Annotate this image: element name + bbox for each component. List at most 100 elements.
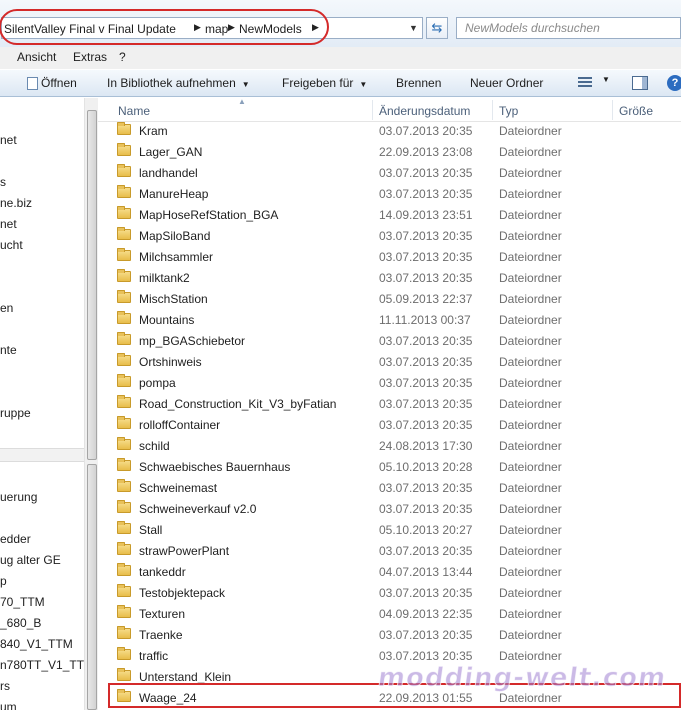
nav-item[interactable]: 70_TTM xyxy=(0,595,45,609)
breadcrumb-arrow-icon[interactable]: ▶ xyxy=(228,22,235,33)
nav-item[interactable]: net xyxy=(0,217,17,231)
file-list: ▲ Name Änderungsdatum Typ Größe Kram 03.0… xyxy=(98,97,681,710)
file-date: 03.07.2013 20:35 xyxy=(379,271,473,285)
column-separator[interactable] xyxy=(492,100,493,120)
file-date: 05.10.2013 20:27 xyxy=(379,523,473,537)
breadcrumb-arrow-icon[interactable]: ▶ xyxy=(312,22,319,33)
file-row[interactable]: Mountains 11.11.2013 00:37 Dateiordner xyxy=(110,309,681,330)
view-options-icon[interactable] xyxy=(578,77,592,89)
breadcrumb-arrow-icon[interactable]: ▶ xyxy=(194,22,201,33)
file-type: Dateiordner xyxy=(499,124,562,138)
help-icon[interactable]: ? xyxy=(667,75,681,91)
file-row[interactable]: Kram 03.07.2013 20:35 Dateiordner xyxy=(110,120,681,141)
file-row[interactable]: Testobjektepack 03.07.2013 20:35 Dateiordn… xyxy=(110,582,681,603)
file-name: Waage_24 xyxy=(139,691,197,705)
nav-item[interactable]: p xyxy=(0,574,7,588)
share-button[interactable]: Freigeben für ▼ xyxy=(282,76,367,90)
file-row[interactable]: MapSiloBand 03.07.2013 20:35 Dateiordner xyxy=(110,225,681,246)
nav-scrollbar-thumb[interactable] xyxy=(87,110,97,460)
file-row[interactable]: Milchsammler 03.07.2013 20:35 Dateiordner xyxy=(110,246,681,267)
nav-item[interactable]: ug alter GE xyxy=(0,553,61,567)
nav-item[interactable]: rs xyxy=(0,679,10,693)
refresh-button[interactable]: ⇆ xyxy=(426,17,448,39)
column-separator[interactable] xyxy=(612,100,613,120)
file-name: landhandel xyxy=(139,166,198,180)
file-row[interactable]: rolloffContainer 03.07.2013 20:35 Dateiord… xyxy=(110,414,681,435)
column-size[interactable]: Größe xyxy=(619,104,653,118)
nav-item[interactable]: n780TT_V1_TTM xyxy=(0,658,94,672)
nav-item[interactable]: net xyxy=(0,133,17,147)
file-row[interactable]: schild 24.08.2013 17:30 Dateiordner xyxy=(110,435,681,456)
file-row[interactable]: Texturen 04.09.2013 22:35 Dateiordner xyxy=(110,603,681,624)
nav-item[interactable]: s xyxy=(0,175,6,189)
nav-item[interactable]: uerung xyxy=(0,490,37,504)
file-row[interactable]: Schweineverkauf v2.0 03.07.2013 20:35 Date… xyxy=(110,498,681,519)
breadcrumb-newmodels[interactable]: NewModels xyxy=(239,21,302,37)
file-date: 14.09.2013 23:51 xyxy=(379,208,473,222)
folder-icon xyxy=(117,122,131,135)
burn-button[interactable]: Brennen xyxy=(396,76,441,90)
file-row[interactable]: milktank2 03.07.2013 20:35 Dateiordner xyxy=(110,267,681,288)
open-button[interactable]: Öffnen xyxy=(41,76,77,90)
file-date: 24.08.2013 17:30 xyxy=(379,439,473,453)
folder-icon xyxy=(117,332,131,345)
file-type: Dateiordner xyxy=(499,481,562,495)
file-row[interactable]: mp_BGASchiebetor 03.07.2013 20:35 Dateiord… xyxy=(110,330,681,351)
breadcrumb-silentvalley[interactable]: SilentValley Final v Final Update xyxy=(4,21,176,37)
menu-extras[interactable]: Extras xyxy=(73,50,107,64)
file-type: Dateiordner xyxy=(499,544,562,558)
nav-item[interactable]: nte xyxy=(0,343,17,357)
add-to-library-button[interactable]: In Bibliothek aufnehmen ▼ xyxy=(107,76,250,90)
file-row[interactable]: Schweinemast 03.07.2013 20:35 Dateiordner xyxy=(110,477,681,498)
nav-item[interactable]: ne.biz xyxy=(0,196,32,210)
column-separator[interactable] xyxy=(372,100,373,120)
nav-scrollbar[interactable] xyxy=(84,98,98,710)
file-row[interactable]: strawPowerPlant 03.07.2013 20:35 Dateiordn… xyxy=(110,540,681,561)
open-icon xyxy=(27,77,38,90)
file-row[interactable]: Schwaebisches Bauernhaus 05.10.2013 20:28… xyxy=(110,456,681,477)
file-row[interactable]: tankeddr 04.07.2013 13:44 Dateiordner xyxy=(110,561,681,582)
file-name: Stall xyxy=(139,523,163,537)
menu-ansicht[interactable]: Ansicht xyxy=(17,50,56,64)
file-date: 03.07.2013 20:35 xyxy=(379,124,473,138)
file-row[interactable]: Road_Construction_Kit_V3_byFatian 03.07.2… xyxy=(110,393,681,414)
file-date: 03.07.2013 20:35 xyxy=(379,376,473,390)
folder-icon xyxy=(117,290,131,303)
file-row[interactable]: MischStation 05.09.2013 22:37 Dateiordner xyxy=(110,288,681,309)
chevron-down-icon[interactable]: ▼ xyxy=(409,23,418,33)
file-row[interactable]: Lager_GAN 22.09.2013 23:08 Dateiordner xyxy=(110,141,681,162)
folder-icon xyxy=(117,500,131,513)
new-folder-button[interactable]: Neuer Ordner xyxy=(470,76,543,90)
column-name[interactable]: Name xyxy=(118,104,150,118)
address-bar[interactable]: SilentValley Final v Final Update ▶ map … xyxy=(1,17,423,39)
menu-help[interactable]: ? xyxy=(119,50,126,64)
file-date: 04.07.2013 13:44 xyxy=(379,565,473,579)
nav-item[interactable]: um xyxy=(0,700,17,710)
file-row[interactable]: pompa 03.07.2013 20:35 Dateiordner xyxy=(110,372,681,393)
file-name: strawPowerPlant xyxy=(139,544,230,558)
nav-item[interactable]: edder xyxy=(0,532,31,546)
nav-item[interactable]: _680_B xyxy=(0,616,41,630)
file-row[interactable]: landhandel 03.07.2013 20:35 Dateiordner xyxy=(110,162,681,183)
folder-icon xyxy=(117,458,131,471)
nav-scrollbar-thumb-lower[interactable] xyxy=(87,464,97,710)
folder-icon xyxy=(117,164,131,177)
column-date[interactable]: Änderungsdatum xyxy=(379,104,470,118)
file-row[interactable]: ManureHeap 03.07.2013 20:35 Dateiordner xyxy=(110,183,681,204)
file-row[interactable]: Stall 05.10.2013 20:27 Dateiordner xyxy=(110,519,681,540)
nav-item[interactable]: en xyxy=(0,301,13,315)
nav-item[interactable]: ruppe xyxy=(0,406,31,420)
file-row[interactable]: Ortshinweis 03.07.2013 20:35 Dateiordner xyxy=(110,351,681,372)
breadcrumb-map[interactable]: map xyxy=(205,21,228,37)
chevron-down-icon[interactable]: ▼ xyxy=(602,75,610,84)
file-row[interactable]: Traenke 03.07.2013 20:35 Dateiordner xyxy=(110,624,681,645)
file-name: Ortshinweis xyxy=(139,355,202,369)
preview-pane-icon[interactable] xyxy=(632,76,648,90)
nav-item[interactable]: 840_V1_TTM xyxy=(0,637,73,651)
file-row[interactable]: MapHoseRefStation_BGA 14.09.2013 23:51 Dat… xyxy=(110,204,681,225)
folder-icon xyxy=(117,206,131,219)
search-input[interactable]: NewModels durchsuchen xyxy=(456,17,681,39)
nav-item[interactable]: ucht xyxy=(0,238,23,252)
column-type[interactable]: Typ xyxy=(499,104,518,118)
file-date: 03.07.2013 20:35 xyxy=(379,418,473,432)
